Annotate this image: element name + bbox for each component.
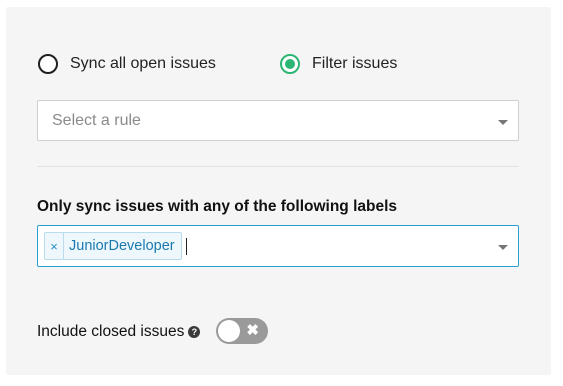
include-closed-toggle[interactable]: ✖: [216, 318, 268, 344]
divider: [37, 166, 519, 167]
sync-all-radio[interactable]: Sync all open issues: [38, 54, 216, 74]
filter-issues-radio[interactable]: Filter issues: [280, 54, 397, 74]
include-closed-row: Include closed issues ?: [37, 320, 201, 344]
radio-unchecked-icon[interactable]: [38, 54, 58, 74]
remove-tag-icon[interactable]: ×: [45, 233, 64, 259]
rule-select[interactable]: Select a rule: [37, 100, 519, 141]
filter-issues-label[interactable]: Filter issues: [312, 55, 397, 73]
include-closed-label: Include closed issues: [37, 323, 185, 340]
label-tag: × JuniorDeveloper: [44, 232, 182, 260]
text-cursor: [186, 238, 187, 255]
labels-tag-input[interactable]: × JuniorDeveloper: [37, 225, 519, 267]
radio-checked-icon[interactable]: [280, 54, 300, 74]
chevron-down-icon[interactable]: [498, 120, 508, 125]
toggle-knob: [218, 320, 240, 342]
label-tag-text: JuniorDeveloper: [69, 238, 175, 254]
help-icon[interactable]: ?: [188, 326, 201, 338]
close-icon: ✖: [246, 322, 259, 339]
rule-select-placeholder: Select a rule: [52, 112, 141, 129]
sync-settings-panel: Sync all open issues Filter issues Selec…: [6, 7, 551, 375]
sync-all-label[interactable]: Sync all open issues: [70, 55, 216, 73]
labels-filter-heading: Only sync issues with any of the followi…: [37, 198, 398, 215]
chevron-down-icon[interactable]: [498, 245, 508, 250]
